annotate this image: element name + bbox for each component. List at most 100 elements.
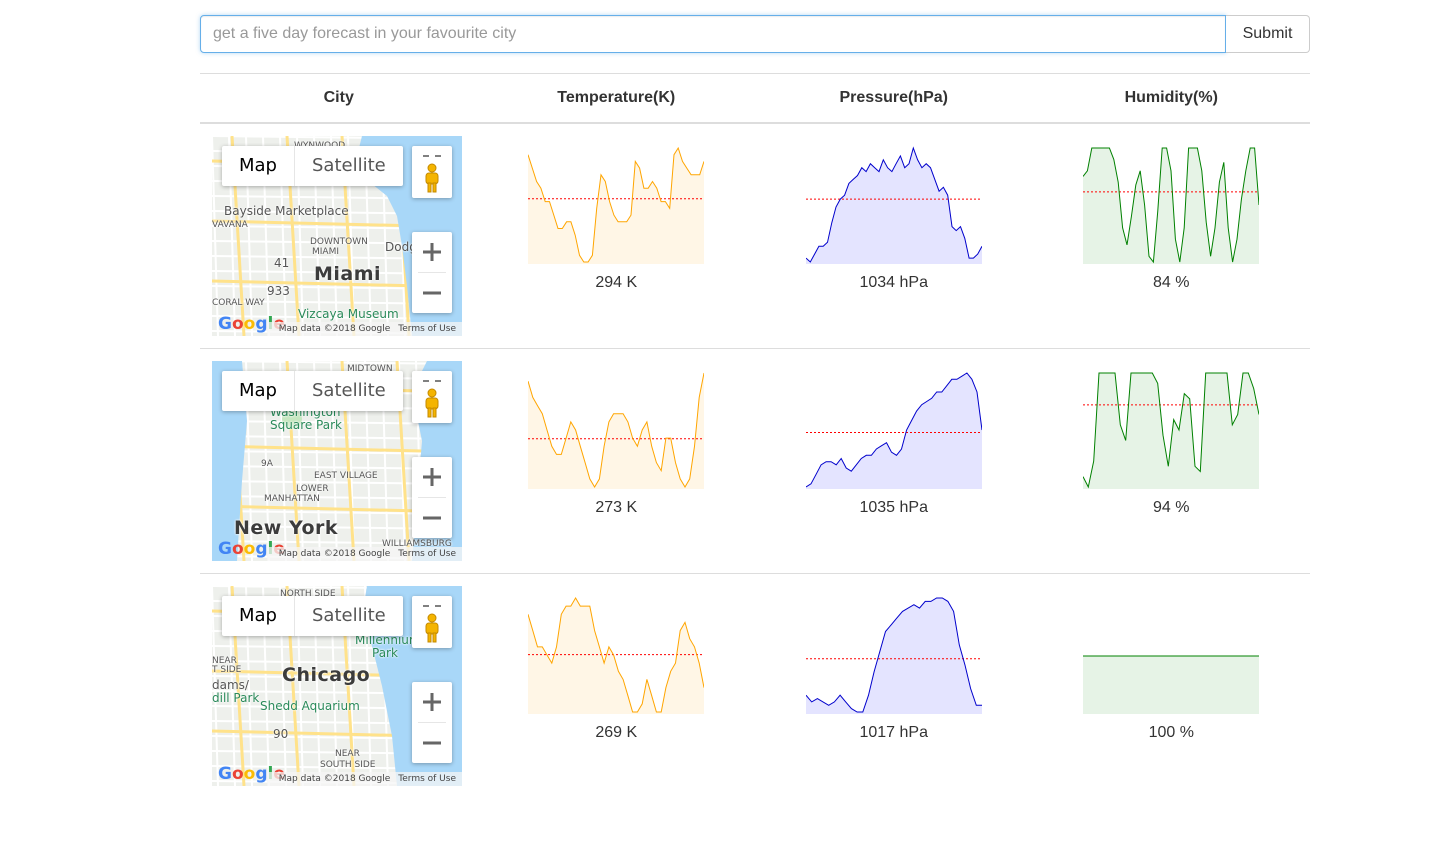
zoom-in-button[interactable]	[412, 682, 452, 722]
new-york-temperature-sparkline	[528, 372, 705, 489]
temperature-cell: 273 K	[477, 348, 755, 574]
map-place-label: 933	[267, 284, 290, 298]
map-place-label: dill Park	[212, 691, 260, 705]
map-place-label: EAST VILLAGE	[314, 471, 378, 481]
submit-button[interactable]: Submit	[1226, 15, 1310, 53]
header-city: City	[200, 73, 478, 124]
table-row: MIDTOWN Washington Square Park EAST VILLAGE…	[200, 348, 1310, 574]
new-york-pressure-area	[805, 373, 982, 489]
map-place-label: 90	[273, 727, 289, 741]
pressure-cell: 1034 hPa	[755, 123, 1033, 349]
header-pressure: Pressure(hPa)	[755, 73, 1033, 124]
chicago-pressure-value: 1017 hPa	[859, 724, 928, 741]
terms-of-use-link[interactable]: Terms of Use	[398, 774, 456, 784]
search-bar: Submit	[200, 15, 1310, 53]
zoom-control	[412, 457, 452, 538]
minus-icon	[423, 516, 441, 520]
map-place-label: VAVANA	[212, 220, 248, 230]
zoom-control	[412, 232, 452, 313]
map-place-label: SOUTH SIDE	[320, 760, 376, 770]
map-type-map-button[interactable]: Map	[222, 371, 294, 411]
pegman-icon	[423, 380, 441, 418]
map-data-credit: Map data ©2018 Google	[278, 774, 391, 784]
map-type-satellite-button[interactable]: Satellite	[294, 371, 403, 411]
miami-temperature-value: 294 K	[595, 274, 638, 291]
pressure-cell: 1017 hPa	[755, 573, 1033, 798]
humidity-cell: 94 %	[1032, 348, 1310, 574]
zoom-in-button[interactable]	[412, 232, 452, 272]
humidity-cell: 100 %	[1032, 573, 1310, 798]
new-york-pressure-sparkline	[805, 372, 982, 489]
map-place-label: NEAR	[335, 749, 360, 759]
map-place-label: Bayside Marketplace	[224, 204, 349, 218]
city-map-chicago[interactable]: NORTH SIDE Millennium Park NEAR T SIDE dams/d…	[212, 586, 462, 786]
miami-humidity-sparkline	[1083, 147, 1260, 264]
map-city-label: Miami	[314, 263, 382, 285]
map-place-label: MIAMI	[312, 247, 339, 257]
zoom-out-button[interactable]	[412, 498, 452, 538]
map-place-label: T SIDE	[212, 665, 242, 675]
table-row: NORTH SIDE Millennium Park NEAR T SIDE dams/d…	[200, 573, 1310, 798]
zoom-in-button[interactable]	[412, 457, 452, 497]
miami-temperature-sparkline	[528, 146, 705, 264]
table-row: WYNWOODBayside MarketplaceDOWNTOWNMIAMID…	[200, 123, 1310, 349]
map-place-label: DOWNTOWN	[310, 237, 368, 247]
map-place-label: 41	[274, 256, 290, 270]
chicago-temperature-area	[528, 598, 705, 714]
plus-icon	[423, 693, 441, 711]
chicago-pressure-sparkline	[805, 597, 982, 714]
header-temperature: Temperature(K)	[477, 73, 755, 124]
new-york-humidity-sparkline	[1083, 372, 1260, 489]
new-york-humidity-area	[1083, 373, 1260, 489]
new-york-humidity-value: 94 %	[1153, 499, 1190, 516]
plus-icon	[423, 468, 441, 486]
city-map-miami[interactable]: WYNWOODBayside MarketplaceDOWNTOWNMIAMID…	[212, 136, 462, 336]
miami-humidity-area	[1083, 148, 1260, 264]
terms-of-use-link[interactable]: Terms of Use	[398, 549, 456, 559]
street-view-pegman[interactable]	[412, 371, 452, 423]
city-cell: MIDTOWN Washington Square Park EAST VILLAGE…	[200, 348, 478, 574]
map-type-control: Map Satellite	[222, 371, 403, 411]
pressure-cell: 1035 hPa	[755, 348, 1033, 574]
pegman-icon	[423, 605, 441, 643]
map-type-control: Map Satellite	[222, 596, 403, 636]
map-place-label: CORAL WAY	[212, 298, 265, 308]
chicago-pressure-area	[805, 598, 982, 714]
map-place-label: Square Park	[270, 418, 342, 432]
map-attribution: Map data ©2018 Google Terms of Use	[266, 547, 462, 561]
map-type-map-button[interactable]: Map	[222, 596, 294, 636]
chicago-humidity-area	[1083, 656, 1260, 714]
map-attribution: Map data ©2018 Google Terms of Use	[266, 772, 462, 786]
map-place-label: Shedd Aquarium	[260, 699, 360, 713]
map-type-satellite-button[interactable]: Satellite	[294, 146, 403, 186]
plus-icon	[423, 243, 441, 261]
city-search-input[interactable]	[200, 15, 1226, 53]
zoom-out-button[interactable]	[412, 723, 452, 763]
city-map-new-york[interactable]: MIDTOWN Washington Square Park EAST VILLAGE…	[212, 361, 462, 561]
chicago-humidity-sparkline	[1083, 655, 1260, 714]
street-view-pegman[interactable]	[412, 146, 452, 198]
zoom-out-button[interactable]	[412, 273, 452, 313]
map-type-map-button[interactable]: Map	[222, 146, 294, 186]
map-place-label: LOWER	[296, 484, 329, 494]
map-city-label: New York	[234, 517, 339, 539]
map-type-satellite-button[interactable]: Satellite	[294, 596, 403, 636]
chicago-temperature-value: 269 K	[595, 724, 638, 741]
zoom-control	[412, 682, 452, 763]
terms-of-use-link[interactable]: Terms of Use	[398, 324, 456, 334]
map-type-control: Map Satellite	[222, 146, 403, 186]
minus-icon	[423, 741, 441, 745]
map-place-label: dams/	[212, 678, 249, 692]
chicago-humidity-value: 100 %	[1148, 724, 1194, 741]
map-attribution: Map data ©2018 Google Terms of Use	[266, 322, 462, 336]
map-place-label: 9A	[261, 459, 273, 469]
map-data-credit: Map data ©2018 Google	[278, 324, 391, 334]
temperature-cell: 269 K	[477, 573, 755, 798]
pegman-icon	[423, 155, 441, 193]
city-cell: WYNWOODBayside MarketplaceDOWNTOWNMIAMID…	[200, 123, 478, 349]
new-york-temperature-value: 273 K	[595, 499, 638, 516]
street-view-pegman[interactable]	[412, 596, 452, 648]
city-cell: NORTH SIDE Millennium Park NEAR T SIDE dams/d…	[200, 573, 478, 798]
map-data-credit: Map data ©2018 Google	[278, 549, 391, 559]
miami-temperature-area	[528, 148, 705, 264]
